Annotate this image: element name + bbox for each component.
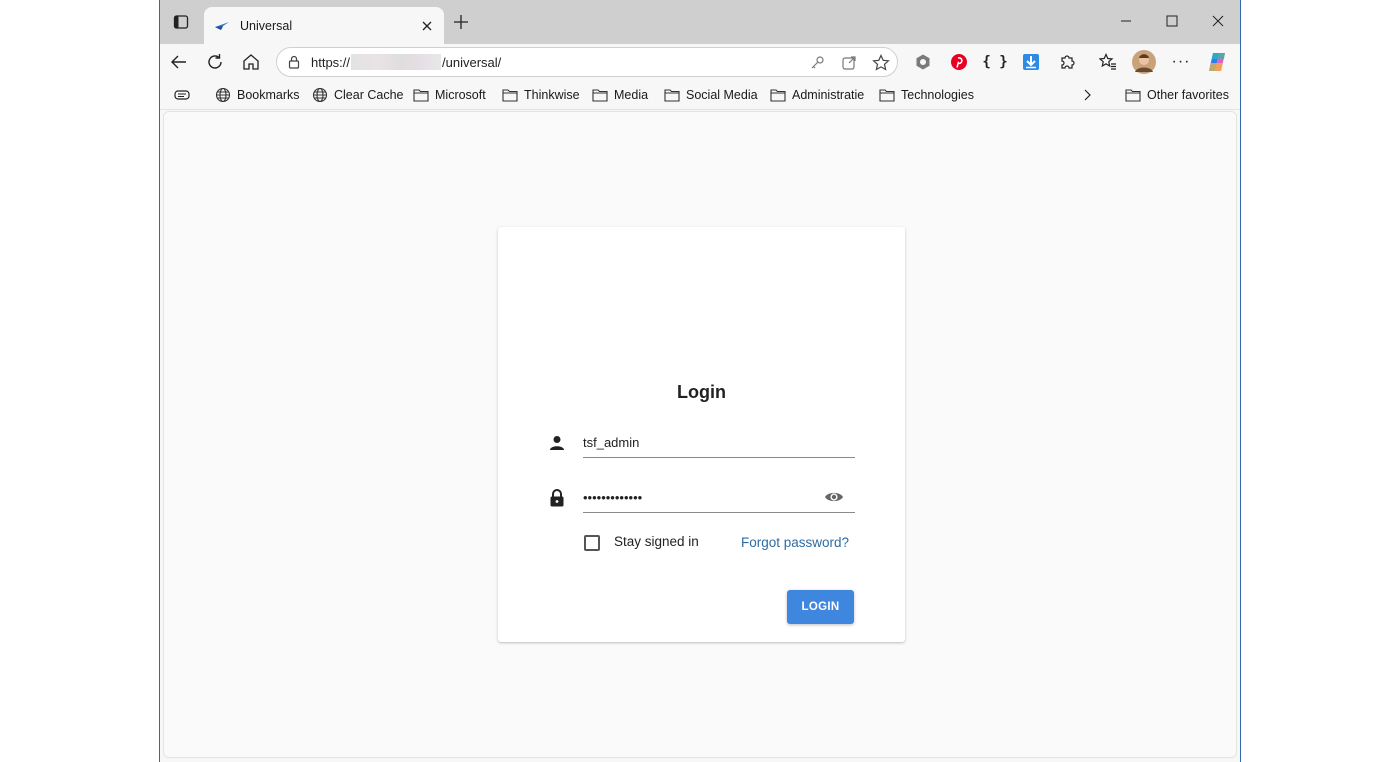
username-field[interactable]	[583, 428, 855, 458]
stay-signed-in-label[interactable]: Stay signed in	[614, 534, 699, 549]
key-icon[interactable]	[808, 54, 826, 72]
tab-universal[interactable]: Universal	[204, 7, 444, 44]
lock-icon[interactable]	[287, 54, 303, 70]
minimize-icon[interactable]	[1108, 8, 1144, 34]
page-viewport: Login Stay signed in Forgot password? LO…	[163, 111, 1237, 758]
globe-icon	[312, 87, 328, 103]
copilot-icon[interactable]	[1204, 49, 1230, 75]
stay-signed-in-checkbox[interactable]	[584, 535, 600, 551]
globe-icon	[215, 87, 231, 103]
reading-list-icon[interactable]	[174, 85, 196, 105]
login-button[interactable]: LOGIN	[787, 590, 854, 624]
back-arrow-icon[interactable]	[166, 49, 192, 75]
folder-icon	[1125, 89, 1141, 102]
browser-window: Universal https:// /universal/ {} ··· B…	[159, 0, 1241, 762]
favorite-label: Administratie	[792, 88, 865, 102]
favorite-label: Social Media	[686, 88, 758, 102]
password-input[interactable]	[583, 483, 813, 511]
favorite-bookmarks[interactable]: Bookmarks	[215, 85, 300, 105]
chevron-right-icon[interactable]	[1082, 85, 1098, 105]
favorite-folder-technologies[interactable]: Technologies	[879, 85, 974, 105]
favorite-label: Other favorites	[1147, 88, 1229, 102]
tab-strip: Universal	[160, 0, 1240, 44]
favorite-label: Clear Cache	[334, 88, 404, 102]
eye-icon[interactable]	[823, 488, 845, 506]
favorite-other-favorites[interactable]: Other favorites	[1125, 85, 1229, 105]
favorite-label: Media	[614, 88, 649, 102]
favorites-bar: Bookmarks Clear Cache Microsoft Thinkwis…	[160, 80, 1240, 110]
user-icon	[547, 433, 567, 453]
open-in-app-icon[interactable]	[840, 54, 858, 72]
tab-title: Universal	[240, 18, 293, 33]
favorite-folder-microsoft[interactable]: Microsoft	[413, 85, 486, 105]
login-card: Login Stay signed in Forgot password? LO…	[498, 227, 905, 642]
favorite-folder-media[interactable]: Media	[592, 85, 648, 105]
more-options-icon[interactable]: ···	[1168, 49, 1194, 75]
home-icon[interactable]	[238, 49, 264, 75]
maximize-icon[interactable]	[1154, 8, 1190, 34]
folder-icon	[879, 89, 895, 102]
redacted-host	[351, 54, 442, 70]
favorite-label: Thinkwise	[524, 88, 580, 102]
new-tab-icon[interactable]	[450, 11, 472, 33]
favorites-list-icon[interactable]	[1095, 49, 1121, 75]
username-input[interactable]	[583, 428, 813, 456]
tab-actions-icon[interactable]	[170, 11, 192, 33]
close-window-icon[interactable]	[1200, 8, 1236, 34]
favorite-label: Microsoft	[435, 88, 486, 102]
universal-logo-icon	[214, 18, 230, 34]
refresh-icon[interactable]	[202, 49, 228, 75]
password-field[interactable]	[583, 483, 855, 513]
pinterest-icon[interactable]	[946, 49, 972, 75]
extension-hexagon-icon[interactable]	[910, 49, 936, 75]
folder-icon	[502, 89, 518, 102]
close-tab-icon[interactable]	[416, 15, 438, 37]
extensions-puzzle-icon[interactable]	[1054, 49, 1080, 75]
forgot-password-link[interactable]: Forgot password?	[741, 535, 849, 550]
address-bar[interactable]: https:// /universal/	[276, 47, 898, 77]
folder-icon	[413, 89, 429, 102]
favorite-clear-cache[interactable]: Clear Cache	[312, 85, 403, 105]
json-formatter-icon[interactable]: { }	[982, 49, 1008, 75]
lock-icon	[547, 488, 567, 508]
favorite-folder-thinkwise[interactable]: Thinkwise	[502, 85, 580, 105]
favorite-label: Technologies	[901, 88, 974, 102]
favorite-star-icon[interactable]	[872, 54, 890, 72]
download-extension-icon[interactable]	[1018, 49, 1044, 75]
favorite-label: Bookmarks	[237, 88, 300, 102]
folder-icon	[770, 89, 786, 102]
folder-icon	[592, 89, 608, 102]
profile-avatar[interactable]	[1131, 49, 1157, 75]
url-prefix: https://	[311, 54, 351, 70]
url-path: /universal/	[442, 54, 502, 70]
favorite-folder-social-media[interactable]: Social Media	[664, 85, 758, 105]
browser-toolbar: https:// /universal/ { } ···	[160, 44, 1240, 80]
favorite-folder-administratie[interactable]: Administratie	[770, 85, 864, 105]
login-title: Login	[677, 382, 726, 402]
folder-icon	[664, 89, 680, 102]
